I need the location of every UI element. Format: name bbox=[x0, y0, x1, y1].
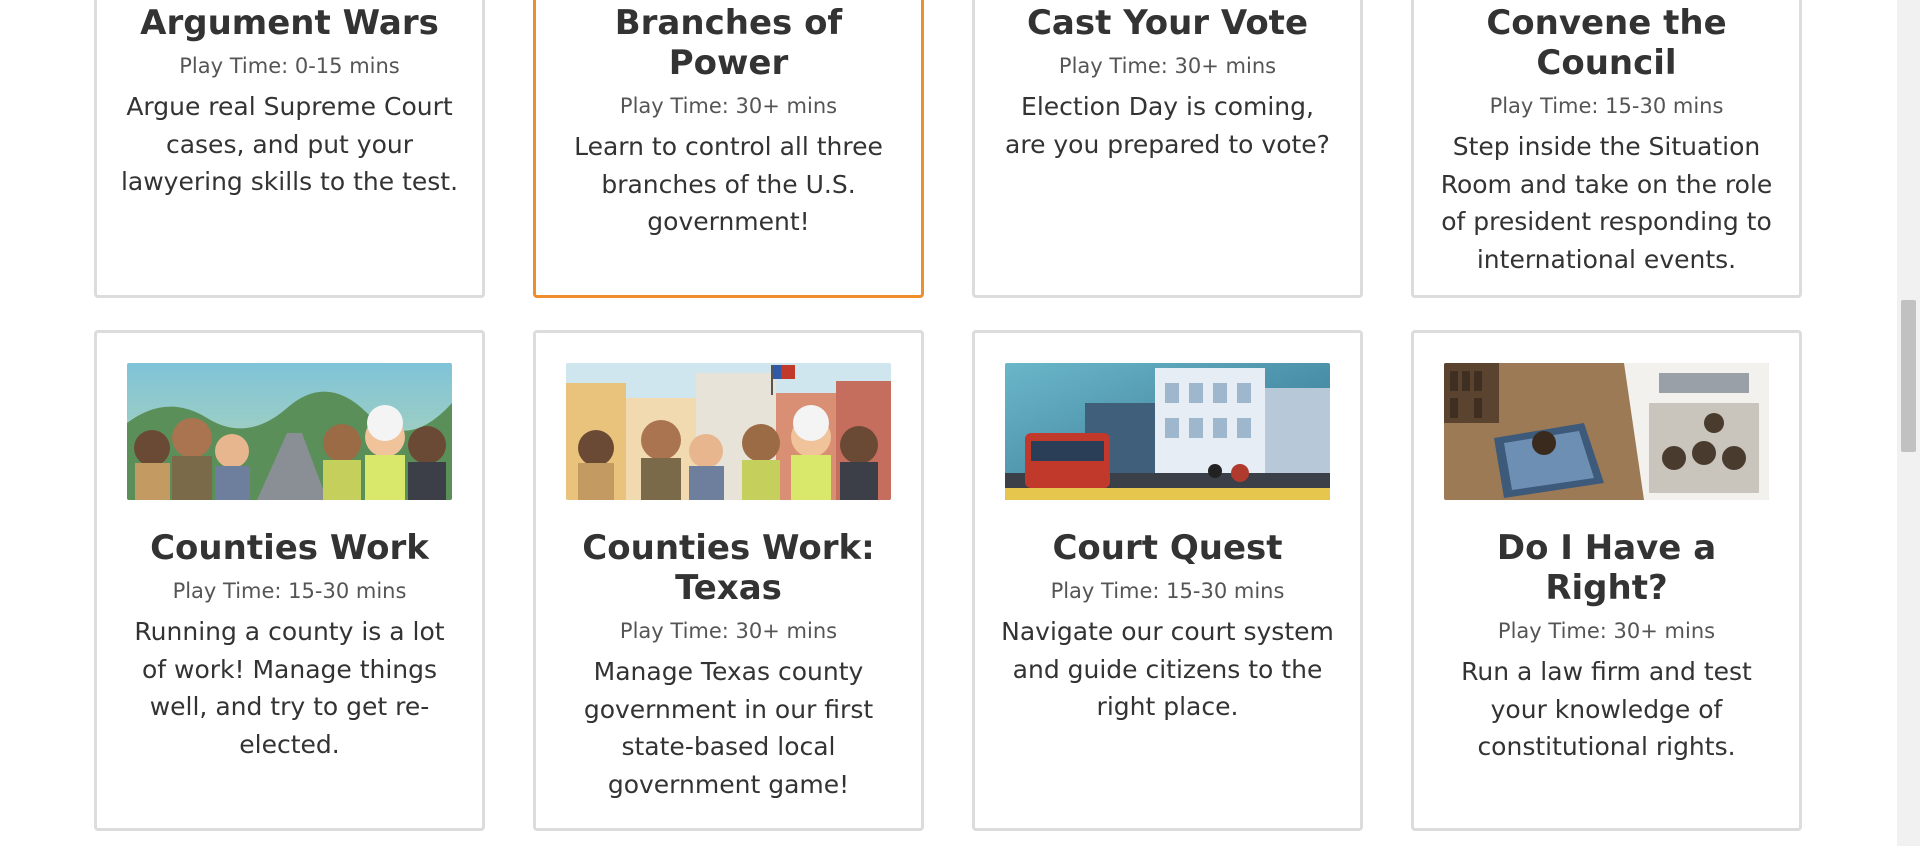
play-time: Play Time: 15-30 mins bbox=[1050, 579, 1285, 603]
game-description: Learn to control all three branches of t… bbox=[574, 132, 883, 236]
game-card-argument-wars[interactable]: Argument Wars Play Time: 0-15 mins Argue… bbox=[94, 0, 485, 298]
game-description: Manage Texas county government in our fi… bbox=[583, 657, 874, 799]
play-time: Play Time: 0-15 mins bbox=[179, 54, 400, 78]
game-description: Argue real Supreme Court cases, and put … bbox=[120, 92, 459, 196]
game-description: Election Day is coming, are you prepared… bbox=[1005, 92, 1330, 159]
game-card-do-i-have-a-right[interactable]: Do I Have a Right? Play Time: 30+ mins R… bbox=[1411, 330, 1802, 831]
game-title: Do I Have a Right? bbox=[1496, 528, 1717, 608]
court-quest-thumbnail[interactable] bbox=[1005, 363, 1330, 500]
play-time: Play Time: 30+ mins bbox=[1058, 54, 1277, 78]
play-time: Play Time: 30+ mins bbox=[1497, 619, 1716, 643]
game-card-counties-work[interactable]: Counties Work Play Time: 15-30 mins Runn… bbox=[94, 330, 485, 831]
game-description: Step inside the Situation Room and take … bbox=[1440, 132, 1773, 274]
counties-work-thumbnail[interactable] bbox=[127, 363, 452, 500]
vertical-scrollbar[interactable] bbox=[1897, 0, 1920, 846]
game-title: Cast Your Vote bbox=[1026, 3, 1308, 43]
game-title: Convene the Council bbox=[1486, 3, 1727, 83]
game-title: Court Quest bbox=[1052, 528, 1283, 568]
scrollbar-thumb[interactable] bbox=[1901, 300, 1916, 452]
play-time: Play Time: 30+ mins bbox=[619, 94, 838, 118]
game-card-court-quest[interactable]: Court Quest Play Time: 15-30 mins Naviga… bbox=[972, 330, 1363, 831]
game-card-branches-of-power[interactable]: Branches of Power Play Time: 30+ mins Le… bbox=[533, 0, 924, 298]
game-card-convene-the-council[interactable]: Convene the Council Play Time: 15-30 min… bbox=[1411, 0, 1802, 298]
play-time: Play Time: 15-30 mins bbox=[1489, 94, 1724, 118]
game-title: Counties Work: Texas bbox=[582, 528, 875, 608]
game-description: Run a law firm and test your knowledge o… bbox=[1461, 657, 1752, 761]
game-grid: Argument Wars Play Time: 0-15 mins Argue… bbox=[94, 0, 1802, 831]
game-title: Argument Wars bbox=[140, 3, 439, 43]
game-description: Running a county is a lot of work! Manag… bbox=[134, 617, 445, 759]
game-card-counties-work-texas[interactable]: Counties Work: Texas Play Time: 30+ mins… bbox=[533, 330, 924, 831]
do-i-have-a-right-thumbnail[interactable] bbox=[1444, 363, 1769, 500]
play-time: Play Time: 30+ mins bbox=[619, 619, 838, 643]
game-description: Navigate our court system and guide citi… bbox=[1001, 617, 1334, 721]
game-title: Branches of Power bbox=[614, 3, 843, 83]
play-time: Play Time: 15-30 mins bbox=[172, 579, 407, 603]
game-card-cast-your-vote[interactable]: Cast Your Vote Play Time: 30+ mins Elect… bbox=[972, 0, 1363, 298]
counties-work-texas-thumbnail[interactable] bbox=[566, 363, 891, 500]
game-title: Counties Work bbox=[150, 528, 429, 568]
